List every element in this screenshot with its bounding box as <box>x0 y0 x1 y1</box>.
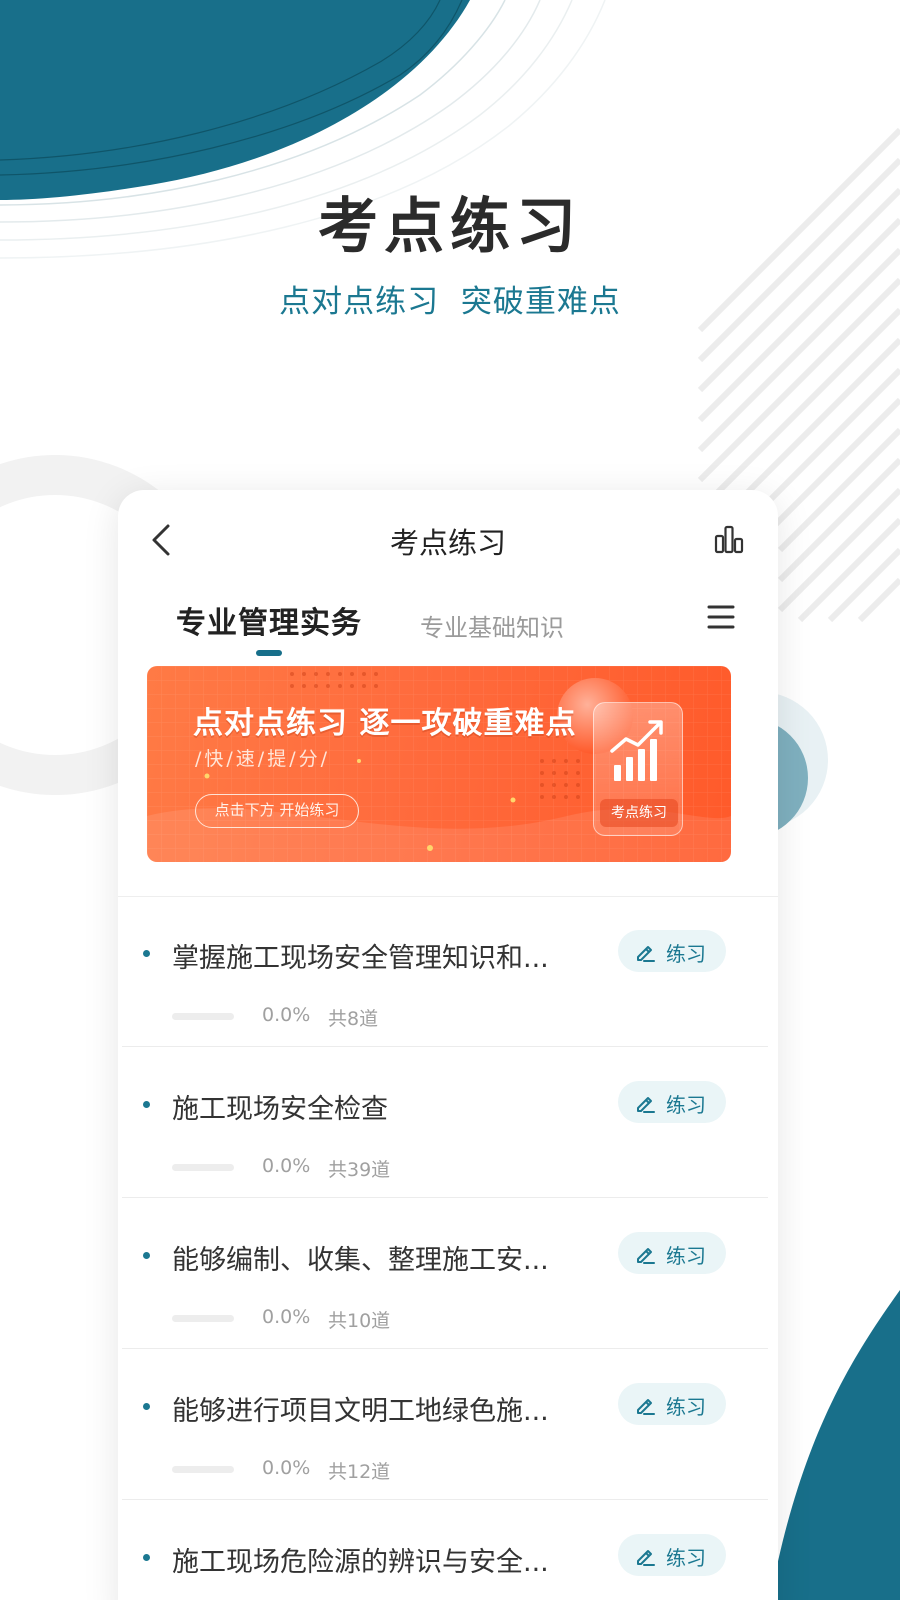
topic-title: 施工现场危险源的辨识与安全... <box>172 1547 549 1578</box>
list-item[interactable]: 施工现场危险源的辨识与安全...0.0%练习 <box>118 1500 778 1600</box>
progress-bar <box>172 1466 234 1473</box>
promo-subtitle: 点对点练习 突破重难点 <box>279 284 621 320</box>
banner-headline: 点对点练习 逐一攻破重难点 <box>193 706 577 741</box>
promo-banner[interactable]: 点对点练习 逐一攻破重难点 /快/速/提/分/ 点击下方 开始练习 考点练习 <box>147 666 731 862</box>
banner-badge-label: 考点练习 <box>600 799 678 827</box>
progress-percent: 0.0% <box>262 1155 311 1177</box>
practice-button-label: 练习 <box>666 942 706 966</box>
tab-professional-basics[interactable]: 专业基础知识 <box>420 608 564 643</box>
topic-title: 能够编制、收集、整理施工安... <box>172 1245 549 1276</box>
edit-pen-icon <box>637 946 655 962</box>
list-item[interactable]: 掌握施工现场安全管理知识和... 0.0% 共8道 练习 <box>118 896 778 1047</box>
progress-percent: 0.0% <box>262 1004 311 1026</box>
practice-button-label: 练习 <box>666 1395 706 1419</box>
bullet-dot <box>143 1252 150 1259</box>
bar-chart-icon[interactable] <box>714 524 744 554</box>
list-item[interactable]: 施工现场安全检查 0.0% 共39道 练习 <box>118 1047 778 1198</box>
practice-button[interactable]: 练习 <box>618 1383 726 1425</box>
nav-bar: 考点练习 <box>118 490 778 590</box>
topic-title: 施工现场安全检查 <box>172 1094 388 1125</box>
progress-bar <box>172 1315 234 1322</box>
edit-pen-icon <box>637 1399 655 1415</box>
bullet-dot <box>143 1554 150 1561</box>
practice-button[interactable]: 练习 <box>618 930 726 972</box>
question-count: 共8道 <box>328 1008 379 1030</box>
practice-button-label: 练习 <box>666 1093 706 1117</box>
hamburger-menu-icon[interactable] <box>706 604 736 630</box>
tab-bar: 专业管理实务 专业基础知识 <box>118 590 778 660</box>
tab-professional-management[interactable]: 专业管理实务 <box>176 598 362 642</box>
page-title: 考点练习 <box>389 526 506 560</box>
banner-badge: 考点练习 <box>593 702 683 836</box>
bullet-dot <box>143 1101 150 1108</box>
practice-button[interactable]: 练习 <box>618 1534 726 1576</box>
progress-bar <box>172 1013 234 1020</box>
practice-button-label: 练习 <box>666 1244 706 1268</box>
question-count: 共39道 <box>328 1159 391 1181</box>
practice-button-label: 练习 <box>666 1546 706 1570</box>
question-count: 共10道 <box>328 1310 391 1332</box>
progress-percent: 0.0% <box>262 1457 311 1479</box>
banner-tagline: /快/速/提/分/ <box>195 748 331 770</box>
practice-button[interactable]: 练习 <box>618 1081 726 1123</box>
app-screen-card: 考点练习 专业管理实务 专业基础知识 点对点练习 逐一攻破重难点 /快/速/提/… <box>118 490 778 1600</box>
practice-button[interactable]: 练习 <box>618 1232 726 1274</box>
list-item[interactable]: 能够编制、收集、整理施工安... 0.0% 共10道 练习 <box>118 1198 778 1349</box>
rising-bar-chart-icon <box>610 720 663 781</box>
banner-start-button[interactable]: 点击下方 开始练习 <box>195 794 359 828</box>
bullet-dot <box>143 950 150 957</box>
edit-pen-icon <box>637 1097 655 1113</box>
progress-bar <box>172 1164 234 1171</box>
bullet-dot <box>143 1403 150 1410</box>
edit-pen-icon <box>637 1248 655 1264</box>
topic-list: 掌握施工现场安全管理知识和... 0.0% 共8道 练习 施工现场安全检查 0.0% 共39… <box>118 896 778 1600</box>
active-tab-indicator <box>256 650 282 656</box>
topic-title: 掌握施工现场安全管理知识和... <box>172 943 549 974</box>
list-item[interactable]: 能够进行项目文明工地绿色施... 0.0% 共12道 练习 <box>118 1349 778 1500</box>
question-count: 共12道 <box>328 1461 391 1483</box>
promo-title: 考点练习 <box>318 192 582 262</box>
topic-title: 能够进行项目文明工地绿色施... <box>172 1396 549 1427</box>
edit-pen-icon <box>637 1550 655 1566</box>
progress-percent: 0.0% <box>262 1306 311 1328</box>
